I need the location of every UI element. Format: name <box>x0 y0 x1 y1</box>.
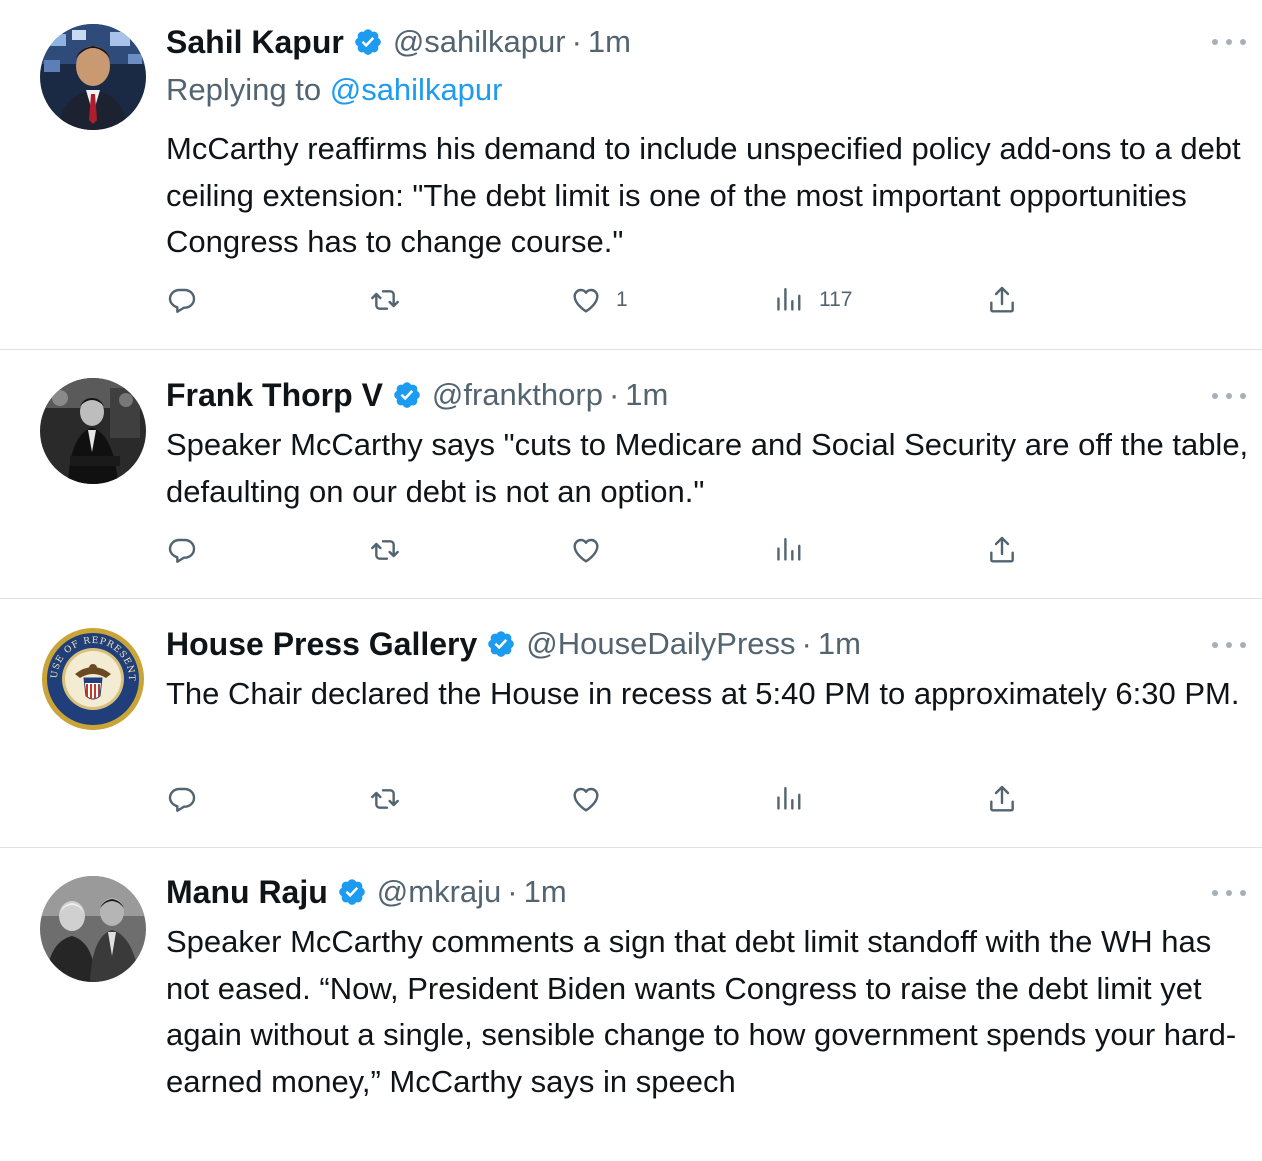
separator-dot: · <box>507 874 518 909</box>
timestamp[interactable]: 1m <box>625 377 668 413</box>
more-icon[interactable] <box>1212 37 1246 47</box>
retweet-icon <box>369 783 401 815</box>
reply-icon <box>166 534 198 566</box>
share-icon <box>986 783 1018 815</box>
author-name[interactable]: Sahil Kapur <box>166 24 344 61</box>
tweet-3[interactable]: U.S. HOUSE OF REPRESENTATIVES House Pres… <box>0 599 1262 847</box>
tweet-text: Speaker McCarthy comments a sign that de… <box>166 924 1237 1099</box>
avatar-sahil-kapur[interactable] <box>40 24 146 130</box>
separator-dot: · <box>801 626 812 661</box>
like-icon <box>570 284 602 316</box>
author-handle[interactable]: @mkraju <box>377 874 501 910</box>
share-button[interactable] <box>986 532 1018 568</box>
more-icon[interactable] <box>1212 888 1246 898</box>
separator-dot: · <box>608 377 620 412</box>
like-button[interactable] <box>570 781 602 817</box>
reply-icon <box>166 284 198 316</box>
retweet-button[interactable] <box>369 781 401 817</box>
verified-badge-icon <box>486 629 516 659</box>
views-icon <box>773 284 805 316</box>
retweet-icon <box>369 534 401 566</box>
more-icon[interactable] <box>1212 391 1246 401</box>
replying-to-handle[interactable]: @sahilkapur <box>330 72 503 107</box>
tweet-text: Speaker McCarthy says "cuts to Medicare … <box>166 427 1249 509</box>
author-name[interactable]: Manu Raju <box>166 874 328 911</box>
author-name[interactable]: House Press Gallery <box>166 626 477 663</box>
reply-icon <box>166 783 198 815</box>
tweet-actions <box>166 532 1066 568</box>
retweet-button[interactable] <box>369 282 401 318</box>
author-handle[interactable]: @frankthorp <box>432 377 603 413</box>
verified-badge-icon <box>337 877 367 907</box>
timestamp[interactable]: 1m <box>818 626 861 662</box>
more-icon[interactable] <box>1212 640 1246 650</box>
replying-to-label: Replying to <box>166 72 322 107</box>
verified-badge-icon <box>353 27 383 57</box>
like-button[interactable] <box>570 532 602 568</box>
tweet-2[interactable]: Frank Thorp V @frankthorp · 1m Speaker M… <box>0 350 1262 598</box>
verified-badge-icon <box>392 380 422 410</box>
retweet-button[interactable] <box>369 532 401 568</box>
like-count: 1 <box>616 288 628 311</box>
avatar-house-press-gallery[interactable]: U.S. HOUSE OF REPRESENTATIVES <box>40 626 146 732</box>
like-button[interactable]: 1 <box>570 282 628 318</box>
author-name[interactable]: Frank Thorp V <box>166 377 383 414</box>
views-button[interactable] <box>773 781 805 817</box>
retweet-icon <box>369 284 401 316</box>
timestamp[interactable]: 1m <box>588 24 631 60</box>
replying-to: Replying to @sahilkapur <box>166 72 503 108</box>
tweet-actions: 1 117 <box>166 282 1066 318</box>
share-icon <box>986 534 1018 566</box>
avatar-manu-raju[interactable] <box>40 876 146 982</box>
share-icon <box>986 284 1018 316</box>
reply-button[interactable] <box>166 781 198 817</box>
author-handle[interactable]: @sahilkapur <box>393 24 566 60</box>
timestamp[interactable]: 1m <box>524 874 567 910</box>
author-handle[interactable]: @HouseDailyPress <box>526 626 795 662</box>
views-count: 117 <box>819 288 853 311</box>
avatar-frank-thorp[interactable] <box>40 378 146 484</box>
like-icon <box>570 783 602 815</box>
like-icon <box>570 534 602 566</box>
views-icon <box>773 534 805 566</box>
tweet-actions <box>166 781 1066 817</box>
tweet-1[interactable]: Sahil Kapur @sahilkapur · 1m Replying to… <box>0 0 1262 349</box>
reply-button[interactable] <box>166 532 198 568</box>
tweet-text: McCarthy reaffirms his demand to include… <box>166 131 1241 259</box>
reply-button[interactable] <box>166 282 198 318</box>
share-button[interactable] <box>986 781 1018 817</box>
tweet-4[interactable]: Manu Raju @mkraju · 1m Speaker McCarthy … <box>0 848 1262 1161</box>
views-button[interactable]: 117 <box>773 282 852 318</box>
views-button[interactable] <box>773 532 805 568</box>
views-icon <box>773 783 805 815</box>
share-button[interactable] <box>986 282 1018 318</box>
separator-dot: · <box>571 24 582 59</box>
tweet-text: The Chair declared the House in recess a… <box>166 676 1240 711</box>
